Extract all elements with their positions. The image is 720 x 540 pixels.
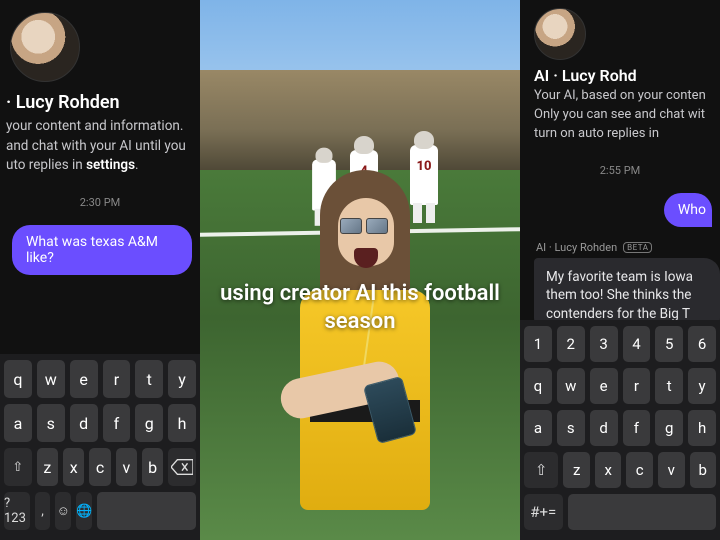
keyboard[interactable]: 1 2 3 4 5 6 q w e r t y a s d f g h ⇧ z … <box>520 320 720 540</box>
key-g[interactable]: g <box>135 404 163 442</box>
key-y[interactable]: y <box>688 368 716 404</box>
sent-row: What was texas A&M like? <box>0 225 200 275</box>
intro-text: Your AI, based on your conten Only you c… <box>520 85 720 144</box>
ai-name-text: Lucy Rohden <box>16 92 120 113</box>
key-x[interactable]: x <box>63 448 84 486</box>
intro-l1: Your AI, based on your conten <box>534 88 706 103</box>
key-emoji[interactable]: ☺ <box>55 492 71 530</box>
key-b[interactable]: b <box>690 452 717 488</box>
key-q[interactable]: q <box>524 368 552 404</box>
key-1[interactable]: 1 <box>524 326 552 362</box>
key-a[interactable]: a <box>524 410 552 446</box>
key-q[interactable]: q <box>4 360 32 398</box>
key-4[interactable]: 4 <box>623 326 651 362</box>
avatar[interactable] <box>10 12 80 82</box>
sent-row: Who <box>520 193 720 227</box>
kbd-row-1: q w e r t y <box>4 360 196 398</box>
kbd-row-4: ?123 , ☺ 🌐 <box>4 492 196 530</box>
key-lang[interactable]: 🌐 <box>76 492 92 530</box>
key-3[interactable]: 3 <box>590 326 618 362</box>
key-w[interactable]: w <box>557 368 585 404</box>
ai-name: AI · Lucy Rohd <box>520 66 720 85</box>
intro-l1: your content and information. <box>6 118 183 134</box>
key-symbols[interactable]: ?123 <box>4 492 30 530</box>
key-r[interactable]: r <box>103 360 131 398</box>
kbd-row-1: q w e r t y <box>524 368 716 404</box>
key-6[interactable]: 6 <box>688 326 716 362</box>
key-e[interactable]: e <box>70 360 98 398</box>
key-z[interactable]: z <box>37 448 58 486</box>
key-c[interactable]: c <box>89 448 110 486</box>
ai-name: · Lucy Rohden <box>0 92 200 113</box>
kbd-row-num: 1 2 3 4 5 6 <box>524 326 716 362</box>
key-symbols[interactable]: #+= <box>524 494 563 530</box>
key-r[interactable]: r <box>623 368 651 404</box>
key-t[interactable]: t <box>135 360 163 398</box>
key-y[interactable]: y <box>168 360 196 398</box>
key-h[interactable]: h <box>688 410 716 446</box>
key-d[interactable]: d <box>590 410 618 446</box>
key-s[interactable]: s <box>557 410 585 446</box>
video-frame: 4 10 FIGH <box>200 0 520 540</box>
ai-label-text: AI · Lucy Rohden <box>536 241 617 254</box>
key-v[interactable]: v <box>116 448 137 486</box>
key-g[interactable]: g <box>655 410 683 446</box>
key-v[interactable]: v <box>658 452 685 488</box>
key-e[interactable]: e <box>590 368 618 404</box>
key-s[interactable]: s <box>37 404 65 442</box>
timestamp: 2:30 PM <box>0 196 200 209</box>
intro-text: your content and information. and chat w… <box>0 113 200 176</box>
key-shift[interactable]: ⇧ <box>4 448 32 486</box>
key-z[interactable]: z <box>563 452 590 488</box>
intro-l3: turn on auto replies in <box>534 126 659 141</box>
key-comma[interactable]: , <box>35 492 51 530</box>
key-x[interactable]: x <box>595 452 622 488</box>
kbd-row-2: a s d f g h <box>4 404 196 442</box>
key-b[interactable]: b <box>142 448 163 486</box>
key-2[interactable]: 2 <box>557 326 585 362</box>
kbd-row-3: ⇧ z x c v b <box>524 452 716 488</box>
kbd-row-3: ⇧ z x c v b <box>4 448 196 486</box>
intro-l3a: uto replies in <box>6 157 86 173</box>
sent-bubble[interactable]: What was texas A&M like? <box>12 225 192 275</box>
video-caption: using creator AI this football season <box>200 280 520 335</box>
kbd-row-2: a s d f g h <box>524 410 716 446</box>
key-t[interactable]: t <box>655 368 683 404</box>
video-panel[interactable]: 4 10 FIGH using creator AI this football… <box>200 0 520 540</box>
beta-badge: BETA <box>623 242 652 253</box>
key-d[interactable]: d <box>70 404 98 442</box>
key-a[interactable]: a <box>4 404 32 442</box>
intro-l2: and chat with your AI until you <box>6 138 186 154</box>
key-c[interactable]: c <box>626 452 653 488</box>
key-5[interactable]: 5 <box>655 326 683 362</box>
key-space[interactable] <box>568 494 716 530</box>
key-w[interactable]: w <box>37 360 65 398</box>
ai-reply-label: AI · Lucy Rohden BETA <box>520 227 720 258</box>
chat-panel-left: · Lucy Rohden your content and informati… <box>0 0 200 540</box>
intro-l3b: . <box>135 157 139 173</box>
key-f[interactable]: f <box>623 410 651 446</box>
chat-panel-right: AI · Lucy Rohd Your AI, based on your co… <box>520 0 720 540</box>
keyboard[interactable]: q w e r t y a s d f g h ⇧ z x c v b ?123… <box>0 354 200 540</box>
settings-link[interactable]: settings <box>86 157 135 173</box>
key-f[interactable]: f <box>103 404 131 442</box>
key-h[interactable]: h <box>168 404 196 442</box>
avatar[interactable] <box>534 8 586 60</box>
key-backspace[interactable] <box>168 448 196 486</box>
timestamp: 2:55 PM <box>520 164 720 177</box>
key-shift[interactable]: ⇧ <box>524 452 558 488</box>
sent-bubble[interactable]: Who <box>664 193 712 227</box>
key-space[interactable] <box>97 492 196 530</box>
kbd-row-4: #+= <box>524 494 716 530</box>
intro-l2: Only you can see and chat wit <box>534 107 705 122</box>
person-foreground: FIGH <box>270 170 450 540</box>
